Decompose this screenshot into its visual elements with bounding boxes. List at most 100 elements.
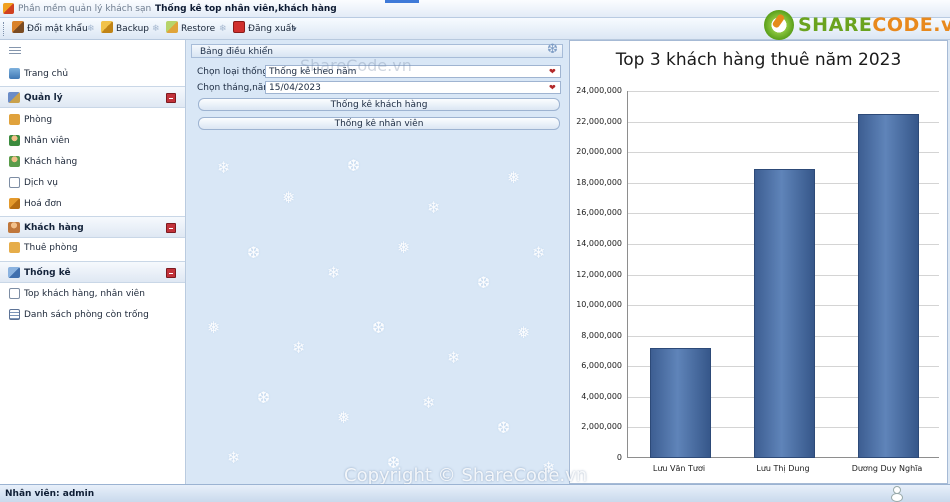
bar (753, 168, 815, 458)
restore-button[interactable]: Restore (166, 21, 215, 37)
logo-icon (764, 10, 794, 40)
logo-share: SHARE (798, 14, 873, 36)
chart-title: Top 3 khách hàng thuê năm 2023 (615, 50, 902, 70)
sidebar-item-services[interactable]: Dịch vụ (0, 173, 185, 193)
x-tick-label: Lưu Thị Dung (756, 464, 810, 473)
logo-text: SHARECODE.vn (798, 14, 950, 36)
y-tick-label: 10,000,000 (576, 300, 622, 310)
change-password-button[interactable]: Đổi mật khẩu (12, 21, 88, 37)
user-key-icon (12, 21, 24, 33)
sidebar-item-label: Hoá đơn (24, 199, 62, 209)
sidebar-item-label: Top khách hàng, nhân viên (24, 289, 145, 299)
key-icon (9, 242, 20, 253)
user-icon (9, 135, 20, 146)
y-tick-label: 18,000,000 (576, 177, 622, 187)
y-tick-label: 0 (616, 453, 622, 462)
x-tick-label: Dương Duy Nghĩa (851, 464, 923, 473)
sidebar-group-statistics[interactable]: Thống kê (0, 261, 185, 283)
bar (649, 347, 711, 458)
sidebar-group-label: Thống kê (24, 268, 71, 278)
employee-stats-button[interactable]: Thống kê nhân viên (198, 117, 560, 130)
management-icon (8, 92, 20, 103)
home-icon (9, 68, 20, 79)
form-tab-title[interactable]: Thống kê top nhân viên,khách hàng (155, 4, 337, 14)
sidebar-item-label: Danh sách phòng còn trống (24, 310, 149, 320)
bar (857, 113, 919, 458)
collapse-icon[interactable] (166, 268, 176, 278)
y-tick-label: 6,000,000 (581, 361, 622, 371)
date-picker[interactable]: 15/04/2023 ❤ (265, 81, 561, 94)
app-icon (3, 3, 14, 14)
table-icon (9, 309, 20, 320)
restore-label: Restore (181, 24, 216, 34)
calendar-dropdown-icon[interactable]: ❤ (549, 84, 557, 92)
copyright-watermark: Copyright © ShareCode.vn (344, 465, 588, 486)
plot-area (627, 91, 939, 458)
sidebar-group-management[interactable]: Quản lý (0, 86, 185, 108)
backup-label: Backup (116, 24, 149, 34)
users-icon (9, 156, 20, 167)
sidebar-group-label: Quản lý (24, 93, 63, 103)
sidebar-item-free-rooms[interactable]: Danh sách phòng còn trống (0, 305, 185, 325)
sidebar-item-label: Khách hàng (24, 157, 78, 167)
snowman-icon (888, 486, 906, 502)
customer-stats-button[interactable]: Thống kê khách hàng (198, 98, 560, 111)
toolbar-separator: ❄ (87, 24, 95, 34)
sidebar-item-invoices[interactable]: Hoá đơn (0, 194, 185, 214)
y-tick-label: 24,000,000 (576, 86, 622, 95)
close-icon (233, 21, 245, 33)
app-title: Phần mềm quản lý khách sạn (18, 4, 152, 14)
sidebar-item-label: Trang chủ (24, 69, 69, 79)
sidebar-item-rent-room[interactable]: Thuê phòng (0, 238, 185, 258)
change-password-label: Đổi mật khẩu (27, 24, 88, 34)
logout-label: Đăng xuất (248, 24, 295, 34)
logo-code: CODE.vn (872, 14, 950, 36)
report-icon (9, 288, 20, 299)
control-panel-area: ❄ ❅ ❆ ❄ ❅ ❆ ❄ ❅ ❆ ❄ ❅ ❄ ❆ ❄ ❅ ❆ ❅ ❄ ❆ ❄ … (187, 40, 568, 484)
backup-button[interactable]: Backup (101, 21, 149, 37)
y-tick-label: 16,000,000 (576, 208, 622, 218)
customer-icon (8, 222, 20, 233)
snowflake-icon: ❆ (547, 42, 558, 57)
toolbar-separator: ❄ (219, 24, 227, 34)
status-bar: Nhân viên: admin (0, 484, 950, 502)
chart-icon (8, 267, 20, 278)
x-tick-label: Lưu Văn Tươi (652, 464, 706, 473)
logout-button[interactable]: Đăng xuất (233, 21, 295, 37)
document-icon (9, 177, 20, 188)
invoice-icon (9, 198, 20, 209)
y-tick-label: 20,000,000 (576, 147, 622, 157)
toolbar-separator: ❄ (152, 24, 160, 34)
sidebar: Trang chủ Quản lý Phòng Nhân viên Khách … (0, 40, 186, 484)
sidebar-item-top-stats[interactable]: Top khách hàng, nhân viên (0, 284, 185, 304)
sidebar-item-customers[interactable]: Khách hàng (0, 152, 185, 172)
collapse-icon[interactable] (166, 223, 176, 233)
watermark-text: ShareCode.vn (300, 56, 412, 75)
y-tick-label: 14,000,000 (576, 238, 622, 248)
sidebar-item-home[interactable]: Trang chủ (0, 64, 185, 84)
y-tick-label: 22,000,000 (576, 116, 622, 126)
dropdown-icon[interactable]: ❤ (549, 68, 557, 76)
menu-icon[interactable] (9, 47, 21, 54)
toolbar-overflow-icon[interactable]: ▾ (293, 25, 301, 35)
restore-icon (166, 21, 178, 33)
room-icon (9, 114, 20, 125)
y-tick-label: 2,000,000 (581, 422, 622, 432)
collapse-icon[interactable] (166, 93, 176, 103)
sidebar-item-label: Nhân viên (24, 136, 70, 146)
control-panel-title: Bảng điều khiển (200, 47, 273, 57)
sidebar-group-label: Khách hàng (24, 223, 84, 233)
title-accent (385, 0, 419, 3)
date-label: Chọn tháng,năm (197, 83, 273, 93)
y-tick-label: 12,000,000 (576, 269, 622, 279)
status-user: Nhân viên: admin (5, 489, 95, 499)
sidebar-item-label: Thuê phòng (24, 243, 78, 253)
backup-icon (101, 21, 113, 33)
y-tick-label: 8,000,000 (581, 330, 622, 340)
y-tick-label: 4,000,000 (581, 391, 622, 401)
chart-panel: Top 3 khách hàng thuê năm 2023 0 2,000,00… (569, 40, 948, 484)
sidebar-item-rooms[interactable]: Phòng (0, 110, 185, 130)
toolbar-grip[interactable] (3, 22, 6, 36)
sidebar-item-employees[interactable]: Nhân viên (0, 131, 185, 151)
sidebar-group-customers[interactable]: Khách hàng (0, 216, 185, 238)
